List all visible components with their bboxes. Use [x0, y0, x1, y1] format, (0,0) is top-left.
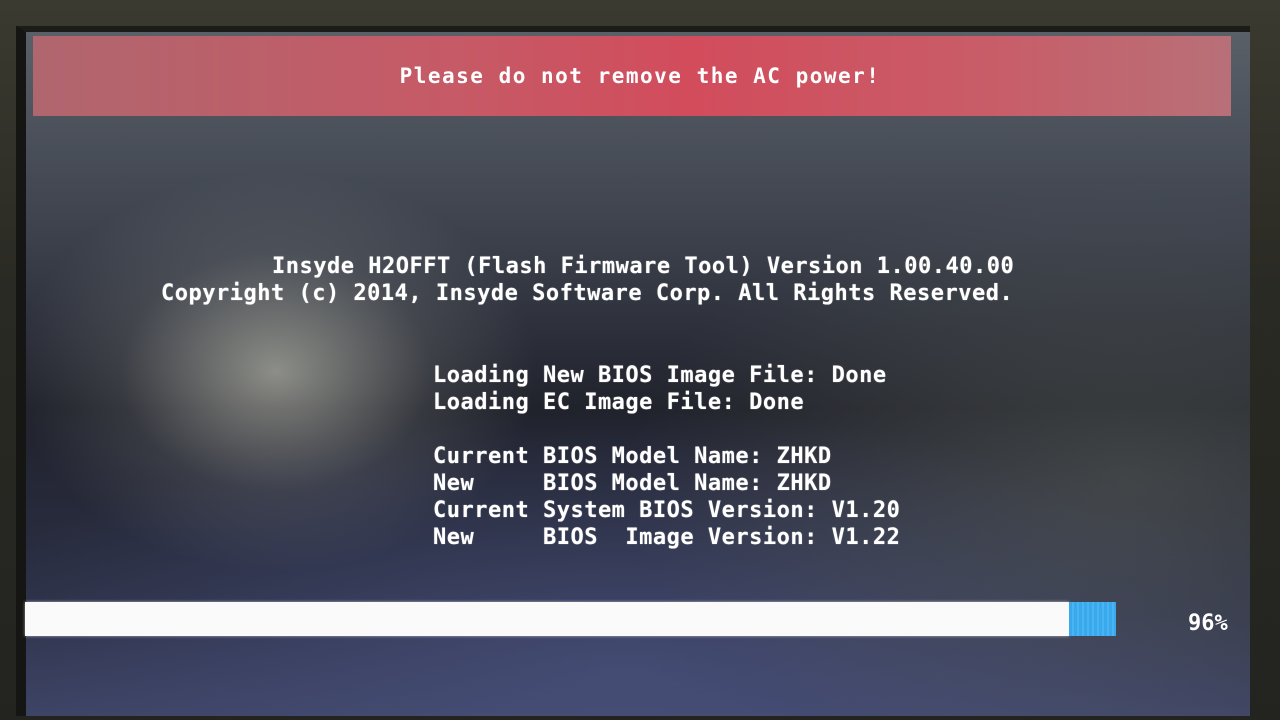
flash-progress-bar: [25, 602, 1161, 636]
new-bios-version: New BIOS Image Version: V1.22: [433, 525, 901, 550]
progress-percent: 96%: [1188, 611, 1228, 636]
progress-cursor: [1069, 602, 1116, 636]
copyright-notice: Copyright (c) 2014, Insyde Software Corp…: [161, 281, 1014, 306]
status-ec-image: Loading EC Image File: Done: [433, 390, 805, 415]
current-model-name: Current BIOS Model Name: ZHKD: [433, 444, 832, 469]
tool-title: Insyde H2OFFT (Flash Firmware Tool) Vers…: [272, 254, 1015, 279]
progress-fill: [25, 602, 1069, 636]
new-model-name: New BIOS Model Name: ZHKD: [433, 471, 832, 496]
current-bios-version: Current System BIOS Version: V1.20: [433, 498, 901, 523]
status-bios-image: Loading New BIOS Image File: Done: [433, 363, 887, 388]
warning-text: Please do not remove the AC power!: [399, 64, 881, 88]
